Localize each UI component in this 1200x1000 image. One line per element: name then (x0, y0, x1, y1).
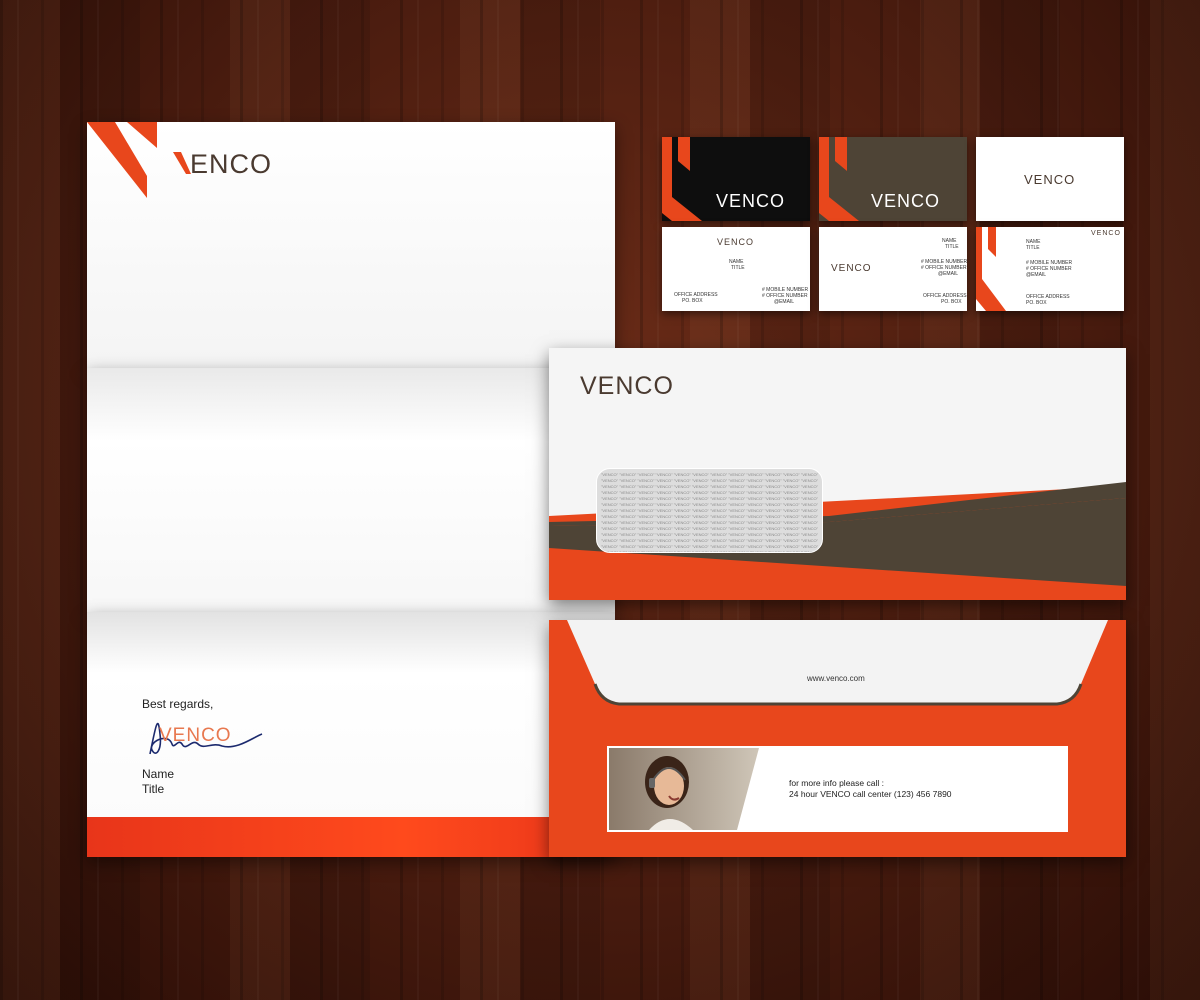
card-stripe-icon (976, 227, 1006, 311)
card-logo-text: VENCO (831, 263, 872, 274)
card-email: @EMAIL (1026, 272, 1047, 278)
card-stripe-icon (819, 137, 859, 221)
call-center-agent-photo-icon (609, 748, 759, 830)
card-logo: VENCO (716, 191, 785, 212)
window-pattern: "VENCO" "VENCO" "VENCO" "VENCO" "VENCO" … (601, 472, 818, 553)
business-card-back-2: VENCO NAME TITLE # MOBILE NUMBER # OFFIC… (819, 227, 967, 311)
card-pobox: PO. BOX (941, 299, 962, 305)
card-logo: VENCO (1091, 230, 1121, 237)
business-card-back-1: VENCO NAME TITLE OFFICE ADDRESS PO. BOX … (662, 227, 810, 311)
business-card-black: VENCO (662, 137, 810, 221)
card-logo: VENCO (831, 263, 872, 274)
letterhead-footer-bar (87, 817, 615, 857)
card-title: TITLE (945, 244, 959, 250)
signature-title: Title (142, 782, 165, 796)
letterhead-logo-text: ENCO (190, 149, 272, 180)
signature-logo-watermark: VENCO (159, 725, 232, 747)
card-email: @EMAIL (938, 271, 959, 277)
info-line-1: for more info please call : (789, 778, 884, 788)
card-title: TITLE (731, 265, 745, 271)
card-pobox: PO. BOX (1026, 300, 1047, 306)
card-logo-text: VENCO (1024, 172, 1076, 187)
signature-name: Name (142, 767, 175, 781)
card-email: @EMAIL (774, 299, 795, 305)
info-line-2: 24 hour VENCO call center (123) 456 7890 (789, 789, 952, 799)
envelope-address-window: "VENCO" "VENCO" "VENCO" "VENCO" "VENCO" … (596, 468, 823, 553)
business-card-back-3: VENCO NAME TITLE # MOBILE NUMBER # OFFIC… (976, 227, 1124, 311)
card-stripe-icon (662, 137, 702, 221)
card-logo: VENCO (1024, 172, 1075, 187)
business-card-brown: VENCO (819, 137, 967, 221)
card-logo-text: VENCO (717, 237, 755, 247)
envelope-front: VENCO "VENCO" "VENCO" "VENCO" "VENCO" "V… (549, 348, 1126, 600)
signature-logo-text: VENCO (159, 725, 232, 746)
card-logo-text: VENCO (1091, 230, 1121, 237)
card-logo: VENCO (717, 237, 754, 247)
logo-wordmark: ENCO (190, 149, 273, 179)
website-text: www.venco.com (807, 674, 865, 683)
business-card-white: VENCO (976, 137, 1124, 221)
closing-text: Best regards, (142, 697, 214, 711)
letterhead: ENCO Best regards, VENCO Name Title (87, 122, 615, 857)
envelope-flap-icon (567, 620, 1108, 706)
card-logo: VENCO (871, 191, 940, 212)
card-logo-text: VENCO (871, 191, 941, 211)
card-pobox: PO. BOX (682, 298, 703, 304)
envelope-info-panel: for more info please call : 24 hour VENC… (607, 746, 1068, 832)
card-logo-text: VENCO (716, 191, 786, 211)
envelope-back: www.venco.com for more info please call … (549, 620, 1126, 857)
letterhead-middle-panel (87, 368, 615, 612)
card-title: TITLE (1026, 245, 1040, 251)
